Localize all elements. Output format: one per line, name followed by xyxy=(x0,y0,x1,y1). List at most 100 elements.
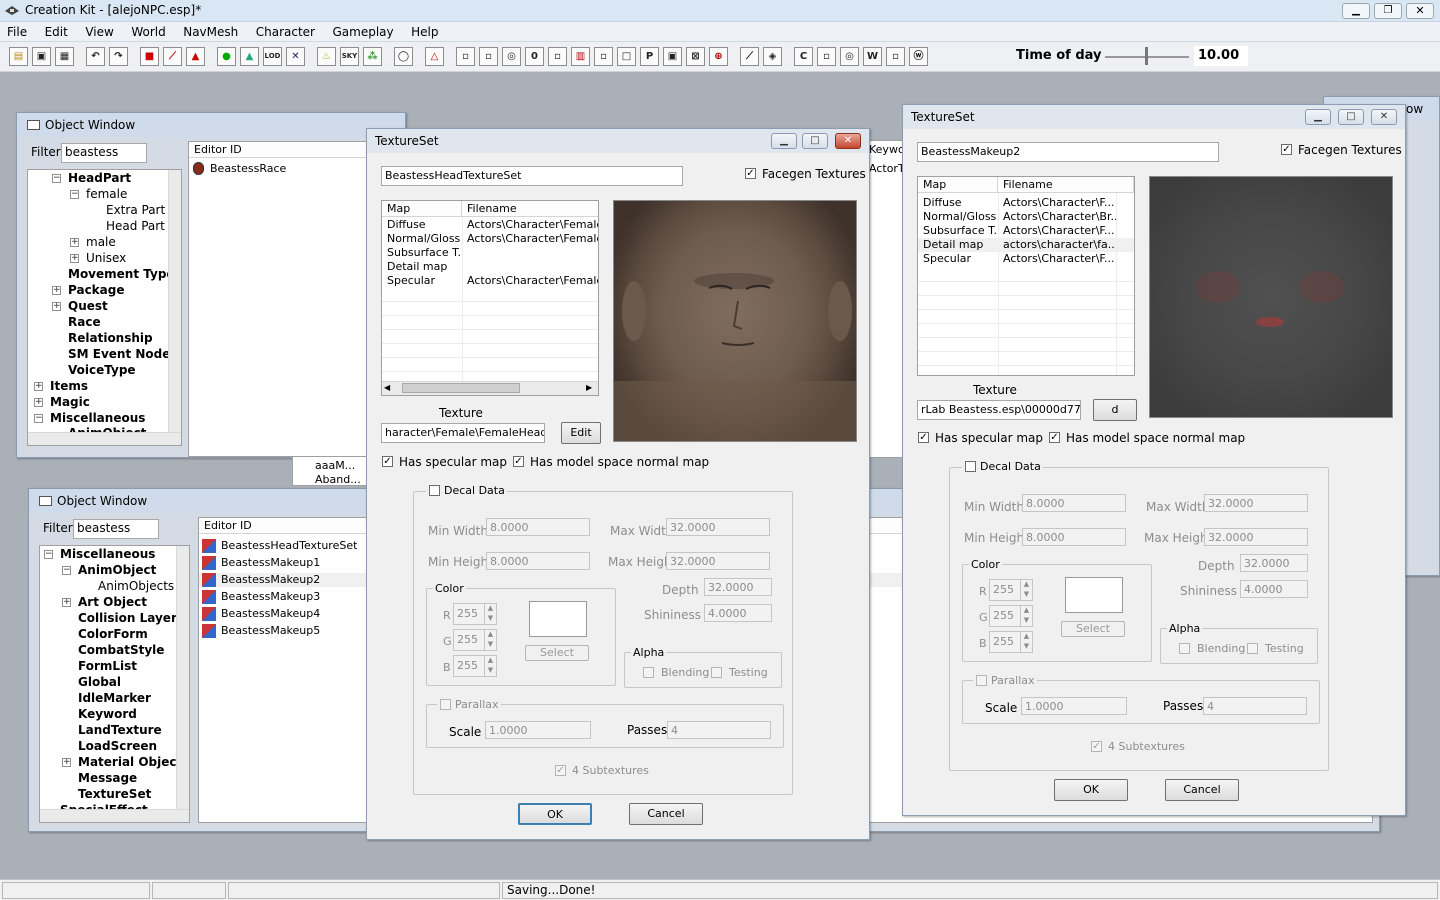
tree-item[interactable]: Material Object xyxy=(78,755,182,769)
editor-id-input[interactable]: BeastessHeadTextureSet xyxy=(381,166,683,186)
tree-item[interactable]: FormList xyxy=(78,659,137,673)
expand-icon[interactable]: + xyxy=(62,598,71,607)
list-item[interactable]: aaaM... xyxy=(315,459,355,472)
menu-help[interactable]: Help xyxy=(404,22,445,42)
box-icon-5[interactable]: ▫ xyxy=(817,47,836,66)
close-button[interactable]: ✕ xyxy=(1371,109,1397,125)
w-circle-icon[interactable]: ⓦ xyxy=(909,47,928,66)
expand-icon[interactable]: + xyxy=(62,758,71,767)
subtextures-checkbox[interactable]: ✓ xyxy=(1091,741,1102,752)
tree-item-selected[interactable]: TextureSet xyxy=(78,787,151,801)
min-width-input[interactable]: 8.0000 xyxy=(486,518,590,536)
map-row[interactable]: Normal/Gloss Actors\Character\Female\F xyxy=(382,232,598,246)
spin-down-icon[interactable]: ▼ xyxy=(1020,616,1032,626)
parallax-checkbox[interactable] xyxy=(976,675,987,686)
color-g-spinner[interactable]: 255 ▲ ▼ xyxy=(453,629,497,651)
tree-item[interactable]: HeadPart xyxy=(68,171,131,185)
time-of-day-slider-thumb[interactable] xyxy=(1145,47,1148,65)
minimize-button[interactable]: ▁ xyxy=(1342,3,1370,19)
tree-item[interactable]: Items xyxy=(50,379,88,393)
filter-input[interactable]: beastess xyxy=(61,143,147,163)
menu-gameplay[interactable]: Gameplay xyxy=(326,22,401,42)
ok-button[interactable]: OK xyxy=(1054,779,1128,801)
shininess-input[interactable]: 4.0000 xyxy=(704,604,772,622)
menu-character[interactable]: Character xyxy=(249,22,322,42)
time-of-day-value[interactable]: 10.00 xyxy=(1194,46,1248,66)
square-icon[interactable]: □ xyxy=(617,47,636,66)
category-tree[interactable]: − Miscellaneous − AnimObject AnimObjects… xyxy=(39,545,190,823)
model-space-normal-checkbox[interactable]: ✓ xyxy=(1049,432,1060,443)
grass-icon[interactable]: ⁂ xyxy=(363,47,382,66)
tree-item[interactable]: Magic xyxy=(50,395,90,409)
map-list[interactable]: Map Filename Diffuse Actors\Character\F..… xyxy=(917,176,1135,376)
speech-icon[interactable]: ◯ xyxy=(394,47,413,66)
tree-item[interactable]: male xyxy=(86,235,116,249)
map-list[interactable]: Map Filename Diffuse Actors\Character\Fem… xyxy=(381,200,599,396)
w-icon[interactable]: W xyxy=(863,47,882,66)
blending-checkbox[interactable] xyxy=(643,667,654,678)
texture-path-input[interactable]: haracter\Female\FemaleHead.dds xyxy=(381,423,545,443)
circle-icon[interactable]: ◎ xyxy=(502,47,521,66)
light-bulb-icon[interactable]: ♨ xyxy=(317,47,336,66)
facegen-checkbox[interactable]: ✓ xyxy=(745,168,756,179)
map-row[interactable]: Diffuse Actors\Character\Female\F xyxy=(382,218,598,232)
scroll-right-arrow[interactable]: ▶ xyxy=(586,383,592,392)
collapse-icon[interactable]: − xyxy=(62,566,71,575)
passes-input[interactable]: 4 xyxy=(667,721,771,739)
edit-button[interactable]: Edit xyxy=(561,422,601,444)
tree-item[interactable]: female xyxy=(86,187,127,201)
color-r-spinner[interactable]: 255 ▲ ▼ xyxy=(453,603,497,625)
column-filename[interactable]: Filename xyxy=(462,201,598,217)
tree-item[interactable]: Movement Type xyxy=(68,267,175,281)
tree-item[interactable]: LandTexture xyxy=(78,723,162,737)
tree-vertical-scrollbar[interactable] xyxy=(168,170,181,432)
spin-up-icon[interactable]: ▲ xyxy=(484,656,496,666)
navmesh-icon[interactable]: ✕ xyxy=(286,47,305,66)
color-g-spinner[interactable]: 255 ▲ ▼ xyxy=(989,605,1033,627)
map-row[interactable]: Detail map xyxy=(382,260,598,274)
preferences-icon[interactable]: ▦ xyxy=(55,47,74,66)
menu-navmesh[interactable]: NavMesh xyxy=(176,22,245,42)
column-editor-id[interactable]: Editor ID xyxy=(199,518,369,534)
specular-checkbox[interactable]: ✓ xyxy=(918,432,929,443)
ok-button[interactable]: OK xyxy=(518,803,592,825)
min-width-input[interactable]: 8.0000 xyxy=(1022,494,1126,512)
minimize-button[interactable]: ▁ xyxy=(1305,109,1331,125)
tree-item[interactable]: Extra Part xyxy=(106,203,165,217)
c-icon[interactable]: C xyxy=(794,47,813,66)
multi-icon[interactable]: ⊕ xyxy=(709,47,728,66)
image-button[interactable]: d Image xyxy=(1093,399,1137,421)
decal-checkbox[interactable] xyxy=(965,461,976,472)
tree-item[interactable]: ColorForm xyxy=(78,627,148,641)
tree-item[interactable]: VoiceType xyxy=(68,363,136,377)
zero-icon[interactable]: 0 xyxy=(525,47,544,66)
spin-down-icon[interactable]: ▼ xyxy=(1020,590,1032,600)
dropper-icon[interactable]: ⟋ xyxy=(740,47,759,66)
warning-icon[interactable]: △ xyxy=(425,47,444,66)
cancel-button[interactable]: Cancel xyxy=(1165,779,1239,801)
map-row[interactable]: Normal/Gloss Actors\Character\Br... xyxy=(918,210,1134,224)
spin-down-icon[interactable]: ▼ xyxy=(1020,642,1032,652)
column-filename[interactable]: Filename xyxy=(998,177,1134,193)
spin-up-icon[interactable]: ▲ xyxy=(1020,580,1032,590)
close-button[interactable]: ✕ xyxy=(1406,3,1434,19)
tree-vertical-scrollbar[interactable] xyxy=(176,546,189,809)
scale-input[interactable]: 1.0000 xyxy=(485,721,591,739)
menu-view[interactable]: View xyxy=(78,22,120,42)
min-height-input[interactable]: 8.0000 xyxy=(486,552,590,570)
expand-icon[interactable]: + xyxy=(34,398,43,407)
specular-checkbox[interactable]: ✓ xyxy=(382,456,393,467)
spin-down-icon[interactable]: ▼ xyxy=(484,640,496,650)
marker-icon[interactable]: ● xyxy=(217,47,236,66)
cube-icon[interactable]: ◈ xyxy=(763,47,782,66)
color-r-spinner[interactable]: 255 ▲ ▼ xyxy=(989,579,1033,601)
frame-icon[interactable]: ▣ xyxy=(663,47,682,66)
expand-icon[interactable]: + xyxy=(52,302,61,311)
passes-input[interactable]: 4 xyxy=(1203,697,1307,715)
expand-icon[interactable]: + xyxy=(70,238,79,247)
redo-icon[interactable]: ↷ xyxy=(109,47,128,66)
color-b-spinner[interactable]: 255 ▲ ▼ xyxy=(989,631,1033,653)
tree-item[interactable]: Collision Layer xyxy=(78,611,177,625)
editor-id-input[interactable]: BeastessMakeup2 xyxy=(917,142,1219,162)
map-row[interactable]: Subsurface T... xyxy=(382,246,598,260)
